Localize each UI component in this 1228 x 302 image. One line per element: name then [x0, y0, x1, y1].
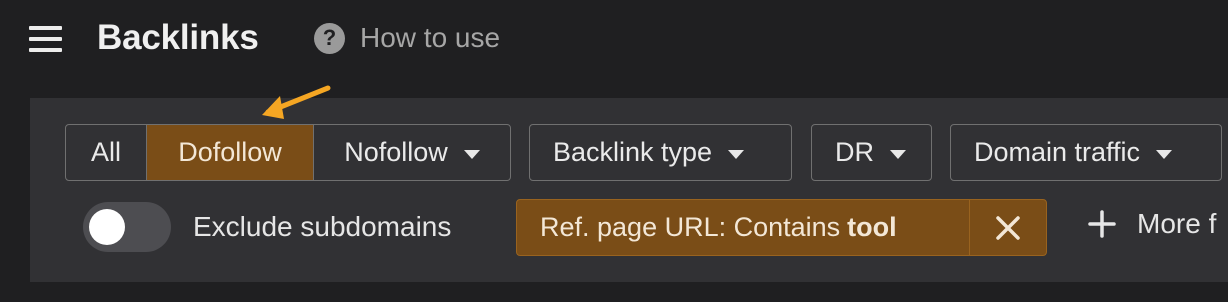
domain-traffic-dropdown[interactable]: Domain traffic [950, 124, 1222, 181]
how-to-use-link[interactable]: ? How to use [314, 22, 500, 54]
header: Backlinks ? How to use [0, 0, 1228, 80]
active-filter-value: tool [847, 212, 897, 242]
caret-down-icon [463, 149, 480, 159]
filter-all-button[interactable]: All [66, 125, 146, 180]
more-filters-button[interactable]: More f [1088, 208, 1216, 240]
more-filters-label: More f [1137, 208, 1217, 239]
dr-dropdown[interactable]: DR [811, 124, 932, 181]
filter-nofollow-label: Nofollow [344, 137, 448, 167]
close-icon [996, 215, 1020, 240]
caret-down-icon [728, 149, 745, 159]
filter-dofollow-label: Dofollow [178, 137, 282, 167]
remove-filter-button[interactable] [969, 200, 1046, 255]
dr-label: DR [835, 137, 874, 167]
filter-all-label: All [90, 137, 121, 167]
active-filter-text: Ref. page URL: Contains tool [517, 200, 969, 255]
exclude-subdomains-label: Exclude subdomains [193, 211, 452, 242]
domain-traffic-label: Domain traffic [974, 137, 1141, 167]
active-filter-prefix: Ref. page URL: Contains [540, 212, 841, 242]
filter-dofollow-button[interactable]: Dofollow [146, 125, 313, 180]
exclude-subdomains-toggle[interactable] [83, 202, 171, 252]
plus-icon [1088, 210, 1116, 238]
pointer-arrow-icon [262, 85, 331, 119]
filter-nofollow-dropdown[interactable]: Nofollow [313, 125, 510, 180]
caret-down-icon [890, 149, 906, 159]
active-filter-chip[interactable]: Ref. page URL: Contains tool [516, 199, 1047, 256]
backlink-type-label: Backlink type [553, 137, 713, 167]
how-to-use-label: How to use [360, 22, 501, 53]
caret-down-icon [1156, 149, 1173, 159]
hamburger-icon[interactable] [29, 26, 62, 52]
toggle-knob [89, 209, 125, 245]
backlink-type-dropdown[interactable]: Backlink type [529, 124, 792, 181]
question-circle-icon: ? [314, 22, 345, 54]
page-title: Backlinks [97, 18, 259, 57]
link-type-filter-group: All Dofollow Nofollow [65, 124, 511, 181]
